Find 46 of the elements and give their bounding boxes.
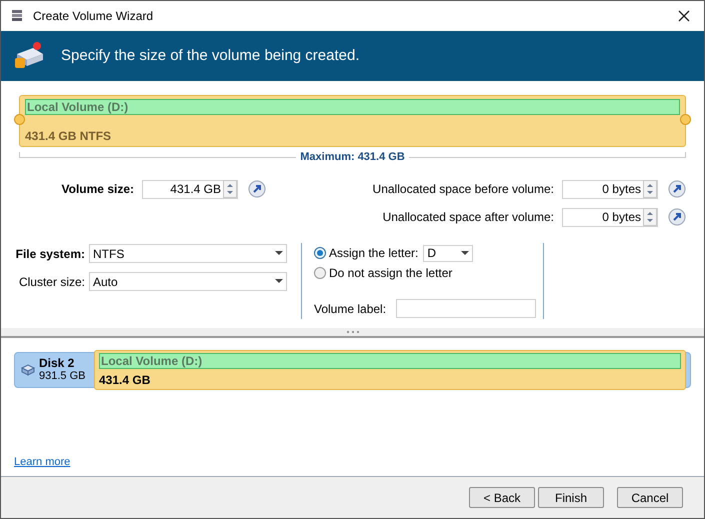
disk-icon [20,362,36,378]
field-label: Unallocated space after volume: [382,209,554,226]
spin-arrows-icon[interactable] [643,208,657,226]
radio-button[interactable] [314,247,326,259]
spin-field[interactable]: 0 bytes [562,180,658,198]
resize-handle[interactable] [680,114,691,125]
close-icon[interactable] [678,10,690,22]
partition-name: Local Volume (D:) [99,353,681,369]
caret-icon [275,279,283,284]
grip-icon[interactable] [346,331,360,334]
spin-arrows-icon[interactable] [223,180,237,198]
dropdown[interactable]: Auto [89,272,287,291]
learn-more-link[interactable]: Learn more [14,454,70,470]
wizard-button[interactable]: Finish [538,487,604,508]
dropdown[interactable]: NTFS [89,244,287,263]
partition-block[interactable]: Local Volume (D:) 431.4 GB [94,350,686,390]
maximize-arrow-icon[interactable] [668,208,686,226]
radio-label[interactable]: Assign the letter: [329,244,418,262]
volume-info: 431.4 GB NTFS [25,128,112,145]
spin-field[interactable]: 0 bytes [562,208,658,226]
field-label: Unallocated space before volume: [372,181,554,198]
wizard-button[interactable]: Cancel [617,487,683,508]
header-text: Specify the size of the volume being created. [61,46,360,66]
field-label: Volume label: [314,300,386,318]
spin-arrows-icon[interactable] [643,180,657,198]
maximize-arrow-icon[interactable] [668,180,686,198]
radio-button[interactable] [314,267,326,279]
disk-size: 931.5 GB [39,370,86,383]
maximum-label: Maximum: 431.4 GB [299,150,406,165]
field-label: File system: [15,246,85,262]
caret-icon [275,251,283,256]
partition-size: 431.4 GB [99,372,152,389]
field-label: Cluster size: [18,274,85,290]
volume-name: Local Volume (D:) [25,99,680,115]
disk-name: Disk 2 [39,357,76,370]
resize-handle[interactable] [14,114,25,125]
window-title: Create Volume Wizard [33,8,154,25]
wizard-button[interactable]: < Back [469,487,535,508]
radio-label[interactable]: Do not assign the letter [329,264,452,282]
maximize-arrow-icon[interactable] [248,180,266,198]
spin-field[interactable]: 431.4 GB [142,180,238,198]
field-label: Volume size: [62,181,134,198]
app-icon [9,8,25,24]
caret-icon [461,250,470,256]
volume-label-field[interactable] [396,299,536,318]
letter-dropdown[interactable]: D [423,244,474,262]
